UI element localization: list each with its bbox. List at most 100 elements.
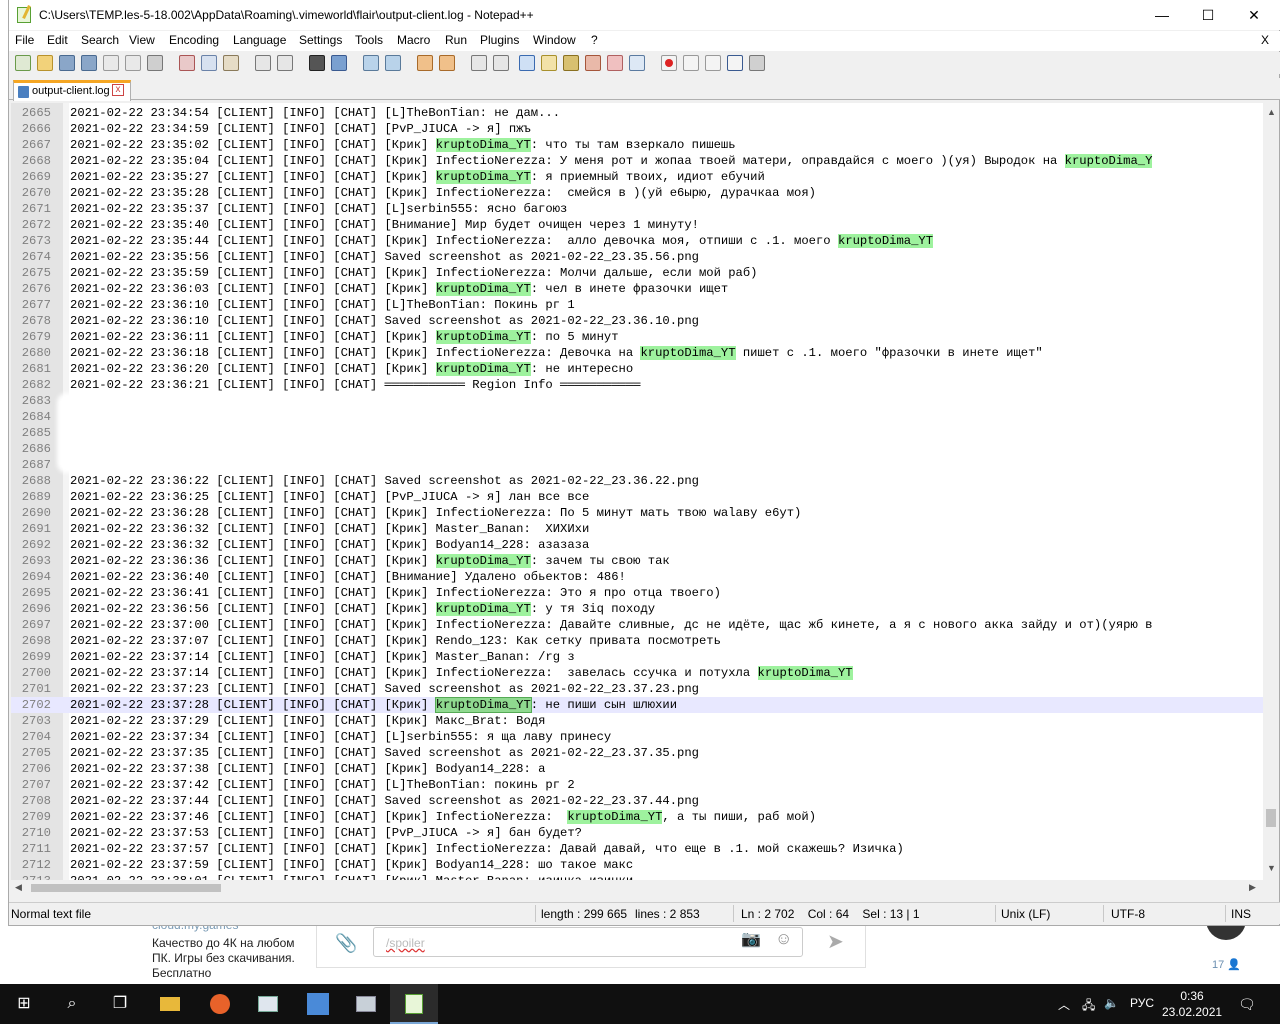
send-icon[interactable]: ➤ — [827, 929, 844, 954]
editor-line[interactable]: 2677 2021-02-22 23:36:10 [CLIENT] [INFO] … — [11, 297, 1263, 313]
editor-line[interactable]: 2708 2021-02-22 23:37:44 [CLIENT] [INFO] … — [11, 793, 1263, 809]
close-file-icon[interactable] — [103, 55, 119, 71]
vertical-scroll-thumb[interactable] — [1266, 809, 1276, 827]
emoji-icon[interactable]: ☺ — [775, 929, 792, 949]
replace-icon[interactable] — [331, 55, 347, 71]
menu-language[interactable]: Language — [233, 33, 286, 47]
language-icon[interactable] — [541, 55, 557, 71]
editor-line[interactable]: 2711 2021-02-22 23:37:57 [CLIENT] [INFO] … — [11, 841, 1263, 857]
editor-line[interactable]: 2665 2021-02-22 23:34:54 [CLIENT] [INFO] … — [11, 105, 1263, 121]
scroll-right-icon[interactable]: ▶ — [1249, 882, 1256, 893]
editor-line[interactable]: 2668 2021-02-22 23:35:04 [CLIENT] [INFO] … — [11, 153, 1263, 169]
explorer-icon[interactable] — [146, 984, 194, 1024]
editor-line[interactable]: 2669 2021-02-22 23:35:27 [CLIENT] [INFO] … — [11, 169, 1263, 185]
editor-line[interactable]: 2703 2021-02-22 23:37:29 [CLIENT] [INFO] … — [11, 713, 1263, 729]
editor-line[interactable]: 2675 2021-02-22 23:35:59 [CLIENT] [INFO] … — [11, 265, 1263, 281]
editor-line[interactable]: 2702 2021-02-22 23:37:28 [CLIENT] [INFO] … — [11, 697, 1263, 713]
attach-icon[interactable]: 📎 — [335, 933, 357, 954]
stop-macro-icon[interactable] — [683, 55, 699, 71]
tab-close-icon[interactable]: x — [112, 84, 124, 96]
firefox-icon[interactable] — [196, 984, 244, 1024]
play-macro-icon[interactable] — [705, 55, 721, 71]
minimize-button[interactable]: — — [1139, 0, 1185, 30]
editor-line[interactable]: 2681 2021-02-22 23:36:20 [CLIENT] [INFO] … — [11, 361, 1263, 377]
editor-line[interactable]: 2691 2021-02-22 23:36:32 [CLIENT] [INFO] … — [11, 521, 1263, 537]
editor-line[interactable]: 2695 2021-02-22 23:36:41 [CLIENT] [INFO] … — [11, 585, 1263, 601]
open-file-icon[interactable] — [37, 55, 53, 71]
maximize-button[interactable]: ☐ — [1185, 0, 1231, 30]
editor-line[interactable]: 2698 2021-02-22 23:37:07 [CLIENT] [INFO] … — [11, 633, 1263, 649]
scroll-up-icon[interactable]: ▲ — [1267, 107, 1276, 117]
function-list-icon[interactable] — [585, 55, 601, 71]
editor-line[interactable]: 2680 2021-02-22 23:36:18 [CLIENT] [INFO] … — [11, 345, 1263, 361]
sync-vertical-icon[interactable] — [417, 55, 433, 71]
editor-line[interactable]: 2679 2021-02-22 23:36:11 [CLIENT] [INFO] … — [11, 329, 1263, 345]
editor-line[interactable]: 2697 2021-02-22 23:37:00 [CLIENT] [INFO] … — [11, 617, 1263, 633]
editor-line[interactable]: 2692 2021-02-22 23:36:32 [CLIENT] [INFO] … — [11, 537, 1263, 553]
editor-line[interactable]: 2712 2021-02-22 23:37:59 [CLIENT] [INFO] … — [11, 857, 1263, 873]
menu-tools[interactable]: Tools — [355, 33, 383, 47]
menu-file[interactable]: File — [15, 33, 34, 47]
print-icon[interactable] — [147, 55, 163, 71]
close-button[interactable]: ✕ — [1231, 0, 1277, 30]
clock[interactable]: 0:36 23.02.2021 — [1162, 988, 1222, 1020]
editor-line[interactable]: 2707 2021-02-22 23:37:42 [CLIENT] [INFO] … — [11, 777, 1263, 793]
save-all-icon[interactable] — [81, 55, 97, 71]
editor-line[interactable]: 2693 2021-02-22 23:36:36 [CLIENT] [INFO] … — [11, 553, 1263, 569]
notifications-icon[interactable]: 🗨 — [1238, 996, 1256, 1013]
editor-line[interactable]: 2699 2021-02-22 23:37:14 [CLIENT] [INFO] … — [11, 649, 1263, 665]
zoom-out-icon[interactable] — [385, 55, 401, 71]
menu-encoding[interactable]: Encoding — [169, 33, 219, 47]
search-icon[interactable]: ⌕ — [48, 984, 96, 1024]
editor-line[interactable]: 2710 2021-02-22 23:37:53 [CLIENT] [INFO] … — [11, 825, 1263, 841]
editor-line[interactable]: 2688 2021-02-22 23:36:22 [CLIENT] [INFO] … — [11, 473, 1263, 489]
doc-map-icon[interactable] — [563, 55, 579, 71]
app-icon[interactable] — [244, 984, 292, 1024]
editor-line[interactable]: 2689 2021-02-22 23:36:25 [CLIENT] [INFO] … — [11, 489, 1263, 505]
editor-line[interactable]: 2672 2021-02-22 23:35:40 [CLIENT] [INFO] … — [11, 217, 1263, 233]
redo-icon[interactable] — [277, 55, 293, 71]
tab-output-client-log[interactable]: output-client.log x — [13, 80, 131, 101]
menu-plugins[interactable]: Plugins — [480, 33, 519, 47]
monitoring-icon[interactable] — [629, 55, 645, 71]
volume-icon[interactable]: 🔈 — [1104, 996, 1119, 1010]
find-icon[interactable] — [309, 55, 325, 71]
message-input[interactable]: /spoiler — [373, 927, 803, 957]
paste-icon[interactable] — [223, 55, 239, 71]
zoom-in-icon[interactable] — [363, 55, 379, 71]
notepadpp-taskbar-icon[interactable] — [390, 984, 438, 1024]
folder-workspace-icon[interactable] — [607, 55, 623, 71]
scroll-left-icon[interactable]: ◀ — [15, 882, 22, 893]
close-all-icon[interactable] — [125, 55, 141, 71]
word-wrap-icon[interactable] — [471, 55, 487, 71]
menu-window[interactable]: Window — [533, 33, 576, 47]
show-all-chars-icon[interactable] — [493, 55, 509, 71]
menu-run[interactable]: Run — [445, 33, 467, 47]
language-indicator[interactable]: РУС — [1130, 996, 1154, 1010]
task-view-icon[interactable]: ❐ — [96, 984, 144, 1024]
scroll-down-icon[interactable]: ▼ — [1267, 863, 1276, 873]
editor-line[interactable]: 2704 2021-02-22 23:37:34 [CLIENT] [INFO] … — [11, 729, 1263, 745]
menu-view[interactable]: View — [129, 33, 155, 47]
horizontal-scrollbar[interactable]: ◀ ▶ — [11, 880, 1263, 896]
editor-line[interactable]: 2670 2021-02-22 23:35:28 [CLIENT] [INFO] … — [11, 185, 1263, 201]
save-icon[interactable] — [59, 55, 75, 71]
editor-line[interactable]: 2706 2021-02-22 23:37:38 [CLIENT] [INFO] … — [11, 761, 1263, 777]
editor-line[interactable]: 2701 2021-02-22 23:37:23 [CLIENT] [INFO] … — [11, 681, 1263, 697]
save-macro-icon[interactable] — [749, 55, 765, 71]
indent-guide-icon[interactable] — [519, 55, 535, 71]
editor-line[interactable]: 2694 2021-02-22 23:36:40 [CLIENT] [INFO] … — [11, 569, 1263, 585]
editor-line[interactable]: 2682 2021-02-22 23:36:21 [CLIENT] [INFO] … — [11, 377, 1263, 393]
editor-line[interactable]: 2696 2021-02-22 23:36:56 [CLIENT] [INFO] … — [11, 601, 1263, 617]
camera-icon[interactable]: 📷 — [741, 929, 761, 949]
menu-edit[interactable]: Edit — [47, 33, 68, 47]
app2-icon[interactable] — [342, 984, 390, 1024]
menu-macro[interactable]: Macro — [397, 33, 430, 47]
sync-horizontal-icon[interactable] — [439, 55, 455, 71]
start-icon[interactable]: ⊞ — [0, 984, 48, 1024]
editor-line[interactable]: 2713 2021-02-22 23:38:01 [CLIENT] [INFO] … — [11, 873, 1263, 880]
editor-line[interactable]: 2690 2021-02-22 23:36:28 [CLIENT] [INFO] … — [11, 505, 1263, 521]
editor[interactable]: 2665 2021-02-22 23:34:54 [CLIENT] [INFO] … — [11, 103, 1263, 880]
horizontal-scroll-thumb[interactable] — [31, 884, 221, 892]
editor-line[interactable]: 2676 2021-02-22 23:36:03 [CLIENT] [INFO] … — [11, 281, 1263, 297]
